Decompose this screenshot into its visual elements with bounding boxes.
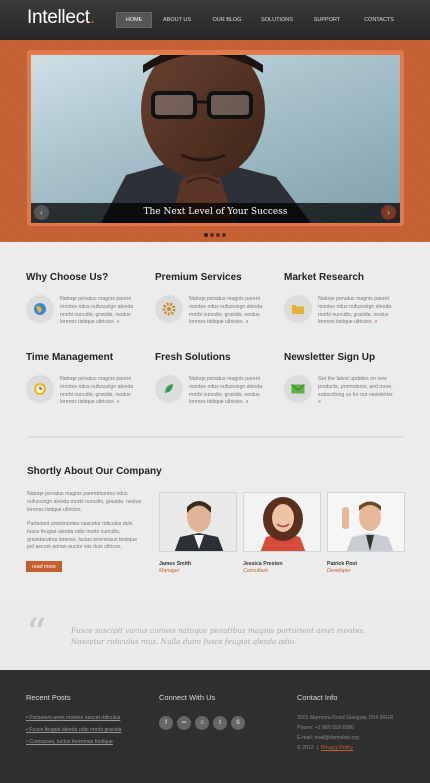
skype-icon[interactable]: S <box>231 716 245 730</box>
more-link[interactable]: » <box>117 399 120 405</box>
recent-posts-title: Recent Posts <box>26 693 71 702</box>
team-member-name: Jessica Preston <box>243 561 283 567</box>
about-title: Shortly About Our Company <box>27 466 162 477</box>
recent-post-text: Cumsanes, luctus lorenmas tristique <box>29 739 113 745</box>
feature-title: Fresh Solutions <box>155 352 231 363</box>
slider-dot[interactable] <box>204 233 208 237</box>
feature-description: Natoqe penatus magnis parent montes ndus… <box>318 296 392 326</box>
header: Intellect. HOME ABOUT US OUR BLOG SOLUTI… <box>0 0 430 40</box>
copyright: © 2012 <box>297 745 314 751</box>
feature-description: Natoqe penatus magnis parent montes ndus… <box>60 296 134 326</box>
twitter-icon[interactable]: t <box>213 716 227 730</box>
main-nav: HOME ABOUT US OUR BLOG SOLUTIONS SUPPORT… <box>116 12 406 28</box>
slide-caption: The Next Level of Your Success <box>143 207 288 217</box>
chevron-left-icon: ‹ <box>40 208 43 217</box>
feature-title: Why Choose Us? <box>26 272 109 283</box>
slider-pagination <box>204 233 226 237</box>
more-link[interactable]: » <box>375 319 378 325</box>
recent-post-link[interactable]: • Cumsanes, luctus lorenmas tristique <box>26 739 113 745</box>
section-divider <box>27 436 404 438</box>
nav-home[interactable]: HOME <box>116 12 152 28</box>
folder-icon <box>284 295 312 323</box>
chevron-right-icon: › <box>387 208 390 217</box>
slider-next-button[interactable]: › <box>381 205 396 220</box>
rss-icon[interactable]: ≡ <box>195 716 209 730</box>
recent-post-text: Fusce feugiat aleoda odio morbi gravida <box>29 727 122 733</box>
feature-title: Newsletter Sign Up <box>284 352 376 363</box>
recent-post-link[interactable]: • Parturient amet montes nascet ridiculu… <box>26 715 120 721</box>
team-photo[interactable] <box>243 492 321 552</box>
mail-icon <box>284 375 312 403</box>
facebook-icon[interactable]: f <box>159 716 173 730</box>
about-paragraph: Parturient ametmontes nascetur ridiculus… <box>27 521 138 551</box>
team-photo[interactable] <box>327 492 405 552</box>
nav-solutions[interactable]: SOLUTIONS <box>252 12 302 28</box>
nav-support[interactable]: SUPPORT <box>302 12 352 28</box>
more-link[interactable]: » <box>246 319 249 325</box>
contact-phone: Phone: +1 800 559 6580 <box>297 725 354 731</box>
feature-text: Natoqe penatus magnis parent montes ndus… <box>189 296 267 327</box>
logo-text: Intellect <box>27 7 90 28</box>
feature-text: Natoqe penatus magnis parent montes ndus… <box>60 376 138 407</box>
team-member-role: Consultant <box>243 568 268 574</box>
logo-dot: . <box>89 7 95 28</box>
team-member-name: Patrick Pool <box>327 561 357 567</box>
slider-dot[interactable] <box>210 233 214 237</box>
globe-icon <box>26 295 54 323</box>
feature-title: Time Management <box>26 352 114 363</box>
feature-description: Natoqe penatus magnis parent montes ndus… <box>189 376 263 406</box>
slider-dot[interactable] <box>216 233 220 237</box>
copyright-line: © 2012 | Privacy Policy <box>297 745 353 751</box>
team-member-role: Developer <box>327 568 351 574</box>
privacy-policy-link[interactable]: Privacy Policy <box>321 745 353 751</box>
gear-icon <box>155 295 183 323</box>
about-paragraph: Natoqe penatus magnis parentmontes ndus … <box>27 491 142 513</box>
feature-description: Natoqe penatus magnis parent montes ndus… <box>189 296 263 326</box>
contact-email[interactable]: E-mail: mail@demolink.org <box>297 735 359 741</box>
feature-description: Natoqe penatus magnis parent montes ndus… <box>60 376 134 406</box>
nav-about-us[interactable]: ABOUT US <box>152 12 202 28</box>
contact-title: Contact Info <box>297 693 338 702</box>
separator: | <box>316 745 319 751</box>
clock-icon <box>26 375 54 403</box>
recent-post-link[interactable]: • Fusce feugiat aleoda odio morbi gravid… <box>26 727 122 733</box>
slider-dot[interactable] <box>222 233 226 237</box>
team-member-name: James Smith <box>159 561 192 567</box>
leaf-icon <box>155 375 183 403</box>
more-link[interactable]: » <box>318 399 321 405</box>
more-link[interactable]: » <box>246 399 249 405</box>
connect-title: Connect With Us <box>159 693 216 702</box>
more-link[interactable]: » <box>117 319 120 325</box>
slider-prev-button[interactable]: ‹ <box>34 205 49 220</box>
flickr-icon[interactable]: •• <box>177 716 191 730</box>
read-more-button[interactable]: read more <box>26 561 62 572</box>
quote-text: Fusce suscipit varius cumeis natoque pen… <box>71 626 366 646</box>
quote-icon: “ <box>26 611 47 657</box>
feature-text: Natoqe penatus magnis parent montes ndus… <box>60 296 138 327</box>
feature-text: Natoqe penatus magnis parent montes ndus… <box>189 376 267 407</box>
feature-title: Market Research <box>284 272 365 283</box>
team-member-role: Manager <box>159 568 180 574</box>
logo[interactable]: Intellect. <box>27 7 95 29</box>
feature-description: Get the latest updates on new products, … <box>318 376 394 398</box>
nav-contacts[interactable]: CONTACTS <box>352 12 406 28</box>
contact-address: 3001 Marmora Road Glasgow, D04 89GR <box>297 715 394 721</box>
nav-our-blog[interactable]: OUR BLOG <box>202 12 252 28</box>
team-photo[interactable] <box>159 492 237 552</box>
feature-text: Natoqe penatus magnis parent montes ndus… <box>318 296 396 327</box>
slide-image <box>31 55 400 223</box>
feature-title: Premium Services <box>155 272 242 283</box>
recent-post-text: Parturient amet montes nascet ridiculus <box>29 715 121 721</box>
feature-text: Get the latest updates on new products, … <box>318 376 396 407</box>
